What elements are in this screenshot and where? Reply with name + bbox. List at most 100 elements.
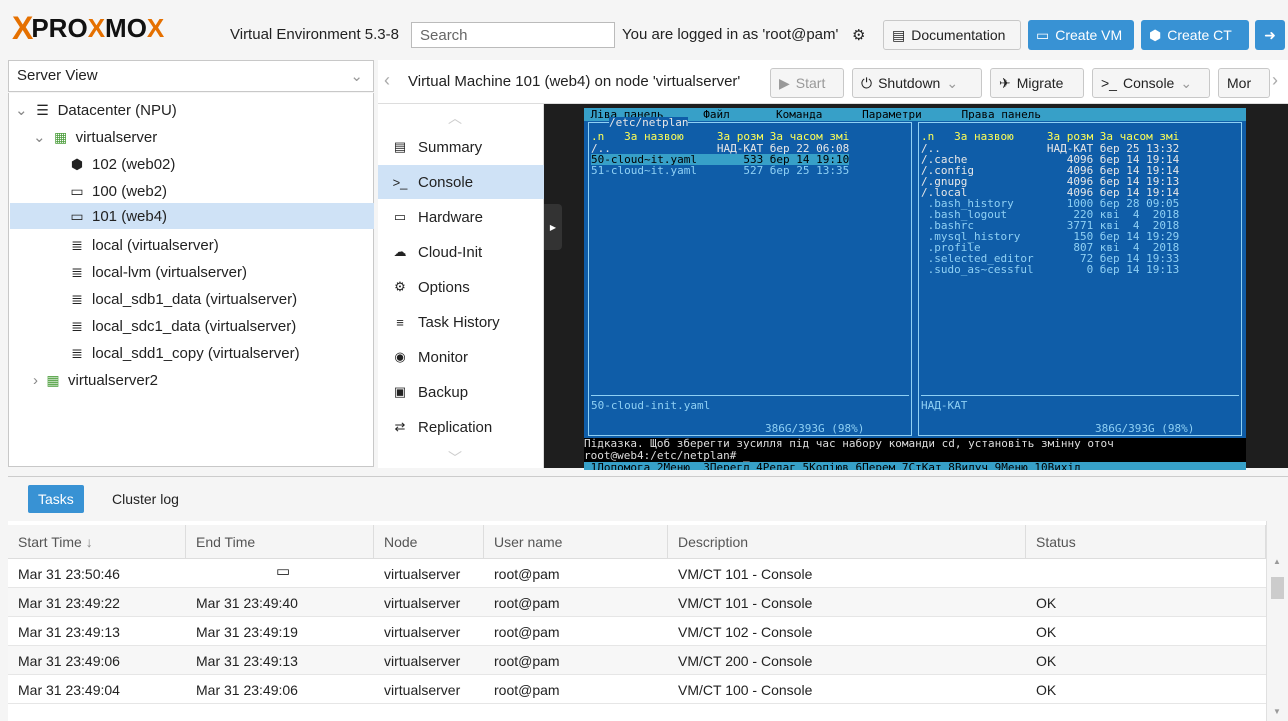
storage-icon: ≣ xyxy=(71,317,83,334)
table-scrollbar[interactable]: ▲ ▼ xyxy=(1266,521,1288,721)
tree-node-virtualserver2[interactable]: › ▦ virtualserver2 xyxy=(33,367,158,393)
resource-tree: ⌄ ☰ Datacenter (NPU) ⌄ ▦ virtualserver ⬢ 102 … xyxy=(8,93,374,467)
tab-cluster-log[interactable]: Cluster log xyxy=(102,485,189,513)
tree-node-datacenter[interactable]: ⌄ ☰ Datacenter (NPU) xyxy=(15,97,177,123)
menu-backup[interactable]: ▣ Backup xyxy=(378,375,544,409)
function-keys[interactable]: 1Допомога 2Меню 3Перегл 4Редаг 5Копіюв 6… xyxy=(584,462,1246,470)
version-label: Virtual Environment 5.3-8 xyxy=(230,26,399,43)
console-panel[interactable]: ▶ Ліва панель Файл Команда Параметри Пра… xyxy=(544,104,1288,470)
start-button[interactable]: ▶ Start xyxy=(770,68,844,98)
eye-icon: ◉ xyxy=(394,349,406,364)
menu-cloud-init[interactable]: ☁ Cloud-Init xyxy=(378,235,544,269)
expand-icon[interactable]: › xyxy=(33,372,38,389)
vm-icon: ▭ xyxy=(70,182,84,199)
left-line: 51-cloud~it.yaml 527 бер 25 13:35 xyxy=(591,164,850,177)
vm-submenu: ︿ ▤ Summary >_ Console ▭ Hardware ☁ Cloud-In… xyxy=(378,104,544,468)
task-log-panel: Tasks Cluster log Start Time ↓ End Time … xyxy=(8,476,1288,721)
menu-console[interactable]: >_ Console xyxy=(378,165,544,199)
storage-icon: ≣ xyxy=(71,290,83,307)
menu-options[interactable]: ⚙ Options xyxy=(378,270,544,304)
right-status: НАД-КАТ xyxy=(921,395,1239,411)
left-header: .n За назвою За розм За часом змі xyxy=(591,130,850,143)
menu-task-history[interactable]: ≡ Task History xyxy=(378,305,544,339)
col-user-name[interactable]: User name xyxy=(484,525,668,559)
gear-icon[interactable]: ⚙ xyxy=(852,26,865,44)
sort-down-icon: ↓ xyxy=(85,534,93,550)
right-free: 386G/393G (98%) xyxy=(1095,422,1195,435)
bottom-tabs: Tasks Cluster log xyxy=(8,477,1288,521)
tree-node-local-lvm[interactable]: ≣ local-lvm (virtualserver) xyxy=(67,259,247,285)
novnc-toggle-icon[interactable]: ▶ xyxy=(544,204,562,250)
power-icon: ⏻ xyxy=(861,74,873,91)
scroll-thumb[interactable] xyxy=(1271,577,1284,599)
tree-node-sdc1[interactable]: ≣ local_sdc1_data (virtualserver) xyxy=(67,313,296,339)
table-row[interactable]: Mar 31 23:49:13 Mar 31 23:49:19 virtuals… xyxy=(8,617,1266,646)
col-node[interactable]: Node xyxy=(374,525,484,559)
tree-node-local[interactable]: ≣ local (virtualserver) xyxy=(67,232,219,258)
create-ct-button[interactable]: ⬢ Create CT xyxy=(1141,20,1249,50)
server-view-select[interactable]: Server View ⌄ xyxy=(8,60,374,92)
tab-tasks[interactable]: Tasks xyxy=(28,485,84,513)
col-end-time[interactable]: End Time xyxy=(186,525,374,559)
top-toolbar: X PROXMOX Virtual Environment 5.3-8 Sear… xyxy=(0,0,1288,54)
scroll-up-icon[interactable]: ︿ xyxy=(448,108,462,128)
terminal-screen[interactable]: Ліва панель Файл Команда Параметри Права… xyxy=(584,108,1246,470)
tree-node-102[interactable]: ⬢ 102 (web02) xyxy=(67,151,176,177)
tree-node-sdd1[interactable]: ≣ local_sdd1_copy (virtualserver) xyxy=(67,340,299,366)
col-description[interactable]: Description xyxy=(668,525,1026,559)
terminal-hint: Підказка. Щоб зберегти зусилля під час н… xyxy=(584,438,1246,462)
menu-summary[interactable]: ▤ Summary xyxy=(378,130,544,164)
tree-node-101[interactable]: ▭ 101 (web4) xyxy=(10,203,374,229)
migrate-button[interactable]: ✈ Migrate xyxy=(990,68,1084,98)
table-row[interactable]: Mar 31 23:50:46 ▭ virtualserver root@pam… xyxy=(8,559,1266,588)
logo-x: X xyxy=(12,10,33,46)
left-pane[interactable]: /etc/netplan .n За назвою За розм За час… xyxy=(588,117,912,436)
server-icon: ▦ xyxy=(46,371,60,388)
collapse-icon[interactable]: ⌄ xyxy=(15,101,28,119)
cloud-icon: ☁ xyxy=(393,244,407,259)
tree-node-virtualserver[interactable]: ⌄ ▦ virtualserver xyxy=(33,124,157,150)
logout-button[interactable]: ➜ xyxy=(1255,20,1285,50)
create-vm-button[interactable]: ▭ Create VM xyxy=(1028,20,1134,50)
scroll-left-icon[interactable]: ‹ xyxy=(384,70,390,91)
tree-node-sdb1[interactable]: ≣ local_sdb1_data (virtualserver) xyxy=(67,286,297,312)
terminal-icon: >_ xyxy=(392,174,408,190)
scroll-down-icon[interactable]: ﹀ xyxy=(448,448,462,468)
monitor-icon: ▭ xyxy=(1036,26,1050,43)
search-input[interactable]: Search xyxy=(411,22,615,48)
menu-hardware[interactable]: ▭ Hardware xyxy=(378,200,544,234)
tasks-table: Start Time ↓ End Time Node User name Des… xyxy=(8,521,1288,721)
scroll-right-icon[interactable]: › xyxy=(1272,70,1278,91)
console-button[interactable]: >_ Console ⌄ xyxy=(1092,68,1210,98)
right-pane[interactable]: .n За назвою За розм За часом змі /.. НА… xyxy=(918,122,1242,436)
play-icon: ▶ xyxy=(779,74,790,91)
chevron-down-icon: ⌄ xyxy=(1180,74,1193,91)
vm-running-icon: ▭ xyxy=(70,207,84,224)
col-start-time[interactable]: Start Time ↓ xyxy=(8,525,186,559)
vm-title: Virtual Machine 101 (web4) on node 'virt… xyxy=(408,73,741,90)
container-icon: ⬢ xyxy=(70,155,84,172)
scroll-up-icon[interactable]: ▲ xyxy=(1273,557,1281,566)
floppy-icon: ▣ xyxy=(393,384,407,399)
table-row[interactable]: Mar 31 23:49:06 Mar 31 23:49:13 virtuals… xyxy=(8,646,1266,675)
logo-text: PROXMOX xyxy=(31,12,165,43)
left-status: 50-cloud-init.yaml xyxy=(591,395,909,411)
retweet-icon: ⇄ xyxy=(394,419,406,434)
shutdown-button[interactable]: ⏻ Shutdown ⌄ xyxy=(852,68,982,98)
menu-replication[interactable]: ⇄ Replication xyxy=(378,410,544,444)
table-row[interactable]: Mar 31 23:49:22 Mar 31 23:49:40 virtuals… xyxy=(8,588,1266,617)
cube-icon: ⬢ xyxy=(1149,26,1162,43)
storage-icon: ≣ xyxy=(71,236,83,253)
documentation-button[interactable]: ▤ Documentation xyxy=(883,20,1021,50)
menu-monitor[interactable]: ◉ Monitor xyxy=(378,340,544,374)
storage-icon: ≣ xyxy=(71,344,83,361)
monitor-icon: ▭ xyxy=(393,209,407,224)
proxmox-logo[interactable]: X PROXMOX xyxy=(12,10,165,46)
tree-node-100[interactable]: ▭ 100 (web2) xyxy=(67,178,167,204)
terminal-icon: >_ xyxy=(1101,75,1117,91)
scroll-down-icon[interactable]: ▼ xyxy=(1273,707,1281,716)
col-status[interactable]: Status xyxy=(1026,525,1266,559)
more-button[interactable]: Mor xyxy=(1218,68,1270,98)
collapse-icon[interactable]: ⌄ xyxy=(33,128,46,146)
table-row[interactable]: Mar 31 23:49:04 Mar 31 23:49:06 virtuals… xyxy=(8,675,1266,704)
